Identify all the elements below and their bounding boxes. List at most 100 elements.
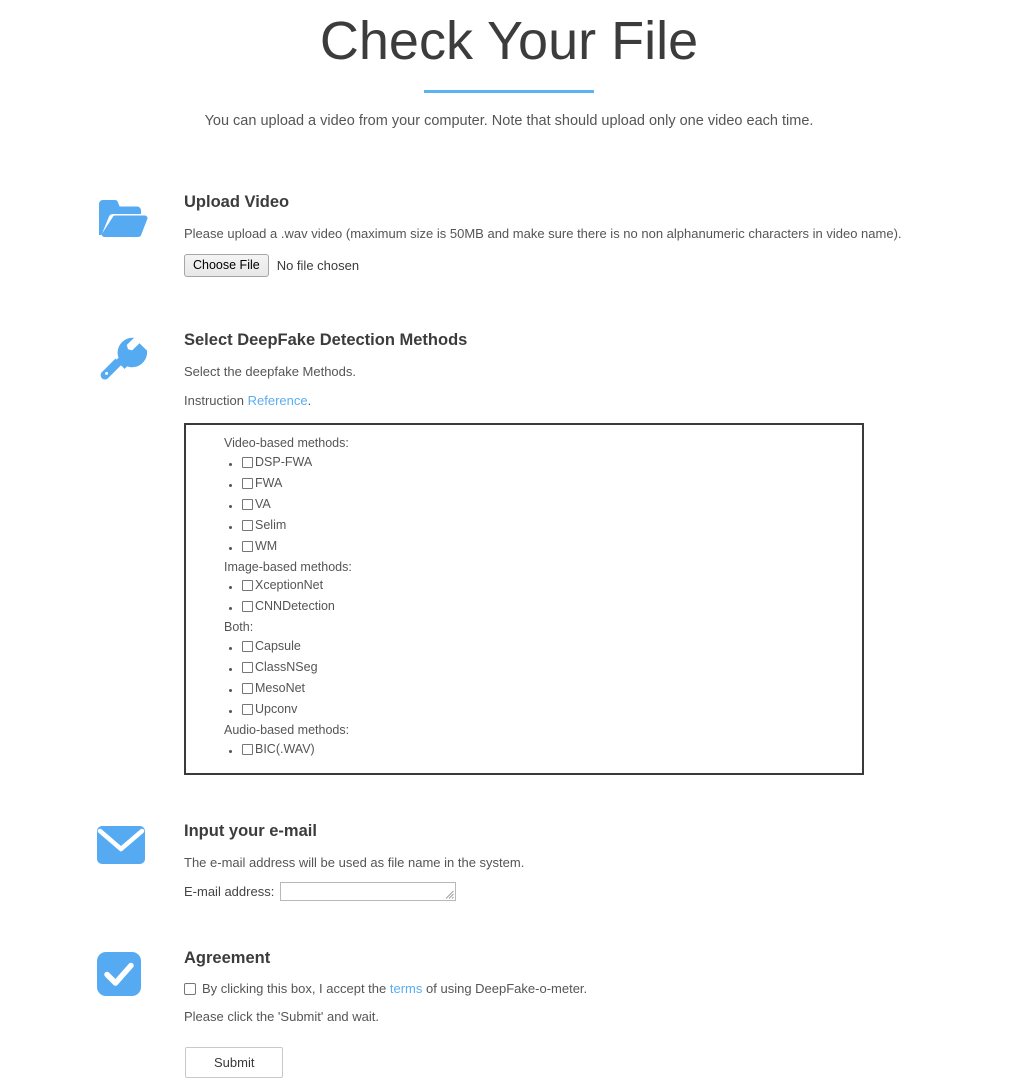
method-checkbox[interactable] bbox=[242, 683, 253, 695]
method-option-fwa[interactable]: FWA bbox=[242, 474, 282, 493]
method-list-item: XceptionNet bbox=[242, 576, 862, 597]
method-option-wm[interactable]: WM bbox=[242, 537, 277, 556]
instruction-line: Instruction Reference. bbox=[184, 392, 988, 411]
method-list-item: WM bbox=[242, 537, 862, 558]
file-status-text: No file chosen bbox=[276, 258, 360, 274]
methods-group-label: Video-based methods: bbox=[224, 435, 349, 450]
method-list-item: Upconv bbox=[242, 700, 862, 721]
methods-list: BIC(.WAV) bbox=[186, 740, 862, 761]
method-label: MesoNet bbox=[255, 681, 306, 696]
method-checkbox[interactable] bbox=[242, 743, 253, 755]
agreement-title: Agreement bbox=[184, 949, 271, 968]
submit-note: Please click the 'Submit' and wait. bbox=[184, 1009, 379, 1025]
method-label: Capsule bbox=[255, 639, 301, 654]
method-label: ClassNSeg bbox=[255, 660, 318, 675]
sections-container: Upload Video Please upload a .wav video … bbox=[0, 191, 1018, 1078]
section-email: Input your e-mail The e-mail address wil… bbox=[0, 820, 1018, 902]
methods-group-label: Audio-based methods: bbox=[224, 723, 350, 738]
methods-list: DSP-FWA FWA VA Selim WM bbox=[186, 453, 862, 558]
method-checkbox[interactable] bbox=[242, 477, 253, 489]
method-option-cnndetection[interactable]: CNNDetection bbox=[242, 597, 335, 616]
agreement-body: Agreement By clicking this box, I accept… bbox=[152, 947, 988, 1078]
method-list-item: ClassNSeg bbox=[242, 658, 862, 679]
method-label: VA bbox=[255, 496, 271, 511]
method-list-item: VA bbox=[242, 495, 862, 516]
method-option-bic-wav[interactable]: BIC(.WAV) bbox=[242, 740, 315, 759]
folder-open-icon bbox=[96, 191, 152, 239]
method-checkbox[interactable] bbox=[242, 662, 253, 674]
consent-suffix: of using DeepFake-o-meter. bbox=[426, 981, 588, 997]
method-option-dsp-fwa[interactable]: DSP-FWA bbox=[242, 453, 312, 472]
submit-button[interactable]: Submit bbox=[185, 1047, 284, 1078]
methods-group-label: Both: bbox=[224, 620, 254, 635]
methods-list: Capsule ClassNSeg MesoNet Upconv bbox=[186, 637, 862, 721]
envelope-icon bbox=[96, 820, 152, 866]
upload-video-title: Upload Video bbox=[184, 193, 290, 212]
upload-video-body: Upload Video Please upload a .wav video … bbox=[152, 191, 988, 278]
email-title: Input your e-mail bbox=[184, 821, 317, 840]
method-list-item: DSP-FWA bbox=[242, 453, 862, 474]
method-list-item: CNNDetection bbox=[242, 597, 862, 618]
method-label: WM bbox=[255, 538, 278, 553]
title-divider bbox=[424, 90, 594, 94]
email-input[interactable] bbox=[280, 882, 457, 902]
method-checkbox[interactable] bbox=[242, 601, 253, 613]
method-option-selim[interactable]: Selim bbox=[242, 516, 286, 535]
email-input-row: E-mail address: bbox=[184, 882, 988, 902]
method-label: Upconv bbox=[255, 702, 298, 717]
method-option-classnseg[interactable]: ClassNSeg bbox=[242, 658, 318, 677]
method-label: XceptionNet bbox=[255, 578, 324, 593]
method-option-mesonet[interactable]: MesoNet bbox=[242, 679, 305, 698]
email-field-label: E-mail address: bbox=[184, 884, 275, 900]
section-agreement: Agreement By clicking this box, I accept… bbox=[0, 947, 1018, 1078]
page-title: Check Your File bbox=[319, 11, 699, 71]
page-subtitle: You can upload a video from your compute… bbox=[204, 113, 814, 130]
method-label: FWA bbox=[255, 475, 283, 490]
email-body: Input your e-mail The e-mail address wil… bbox=[152, 820, 988, 902]
email-description: The e-mail address will be used as file … bbox=[184, 854, 525, 870]
method-checkbox[interactable] bbox=[242, 641, 253, 653]
methods-group-label: Image-based methods: bbox=[224, 559, 352, 574]
method-list-item: MesoNet bbox=[242, 679, 862, 700]
methods-box: Video-based methods: DSP-FWA FWA VA Selim WM I… bbox=[184, 422, 864, 775]
method-checkbox[interactable] bbox=[242, 540, 253, 552]
consent-prefix: By clicking this box, I accept the bbox=[202, 981, 387, 997]
section-detection-methods: Select DeepFake Detection Methods Select… bbox=[0, 329, 1018, 775]
section-upload-video: Upload Video Please upload a .wav video … bbox=[0, 191, 1018, 278]
method-checkbox[interactable] bbox=[242, 519, 253, 531]
wrench-icon bbox=[96, 329, 152, 385]
method-list-item: FWA bbox=[242, 474, 862, 495]
detection-methods-body: Select DeepFake Detection Methods Select… bbox=[152, 329, 988, 775]
detection-methods-description: Select the deepfake Methods. bbox=[184, 364, 357, 380]
methods-list: XceptionNet CNNDetection bbox=[186, 576, 862, 618]
method-label: BIC(.WAV) bbox=[255, 741, 315, 756]
agreement-checkbox[interactable] bbox=[184, 982, 196, 995]
method-checkbox[interactable] bbox=[242, 498, 253, 510]
check-square-icon bbox=[96, 947, 152, 997]
method-option-upconv[interactable]: Upconv bbox=[242, 700, 297, 719]
email-input-wrapper bbox=[280, 882, 457, 902]
method-option-capsule[interactable]: Capsule bbox=[242, 637, 301, 656]
page-header: Check Your File You can upload a video f… bbox=[0, 0, 1018, 131]
method-list-item: Selim bbox=[242, 516, 862, 537]
choose-file-button[interactable]: Choose File bbox=[184, 254, 269, 278]
method-checkbox[interactable] bbox=[242, 704, 253, 716]
agreement-consent-text: By clicking this box, I accept the terms… bbox=[202, 981, 587, 996]
method-label: CNNDetection bbox=[255, 599, 335, 614]
method-label: DSP-FWA bbox=[255, 454, 313, 469]
method-list-item: BIC(.WAV) bbox=[242, 740, 862, 761]
method-label: Selim bbox=[255, 517, 287, 532]
reference-link[interactable]: Reference bbox=[248, 393, 308, 408]
upload-video-description: Please upload a .wav video (maximum size… bbox=[184, 226, 902, 242]
method-option-va[interactable]: VA bbox=[242, 495, 271, 514]
method-option-xceptionnet[interactable]: XceptionNet bbox=[242, 576, 323, 595]
method-checkbox[interactable] bbox=[242, 456, 253, 468]
detection-methods-title: Select DeepFake Detection Methods bbox=[184, 331, 468, 350]
instruction-prefix: Instruction bbox=[184, 392, 244, 408]
agreement-consent-row: By clicking this box, I accept the terms… bbox=[184, 981, 988, 996]
terms-link[interactable]: terms bbox=[390, 981, 423, 996]
method-list-item: Capsule bbox=[242, 637, 862, 658]
file-input-row: Choose File No file chosen bbox=[184, 254, 988, 278]
method-checkbox[interactable] bbox=[242, 580, 253, 592]
instruction-suffix: . bbox=[307, 392, 312, 408]
